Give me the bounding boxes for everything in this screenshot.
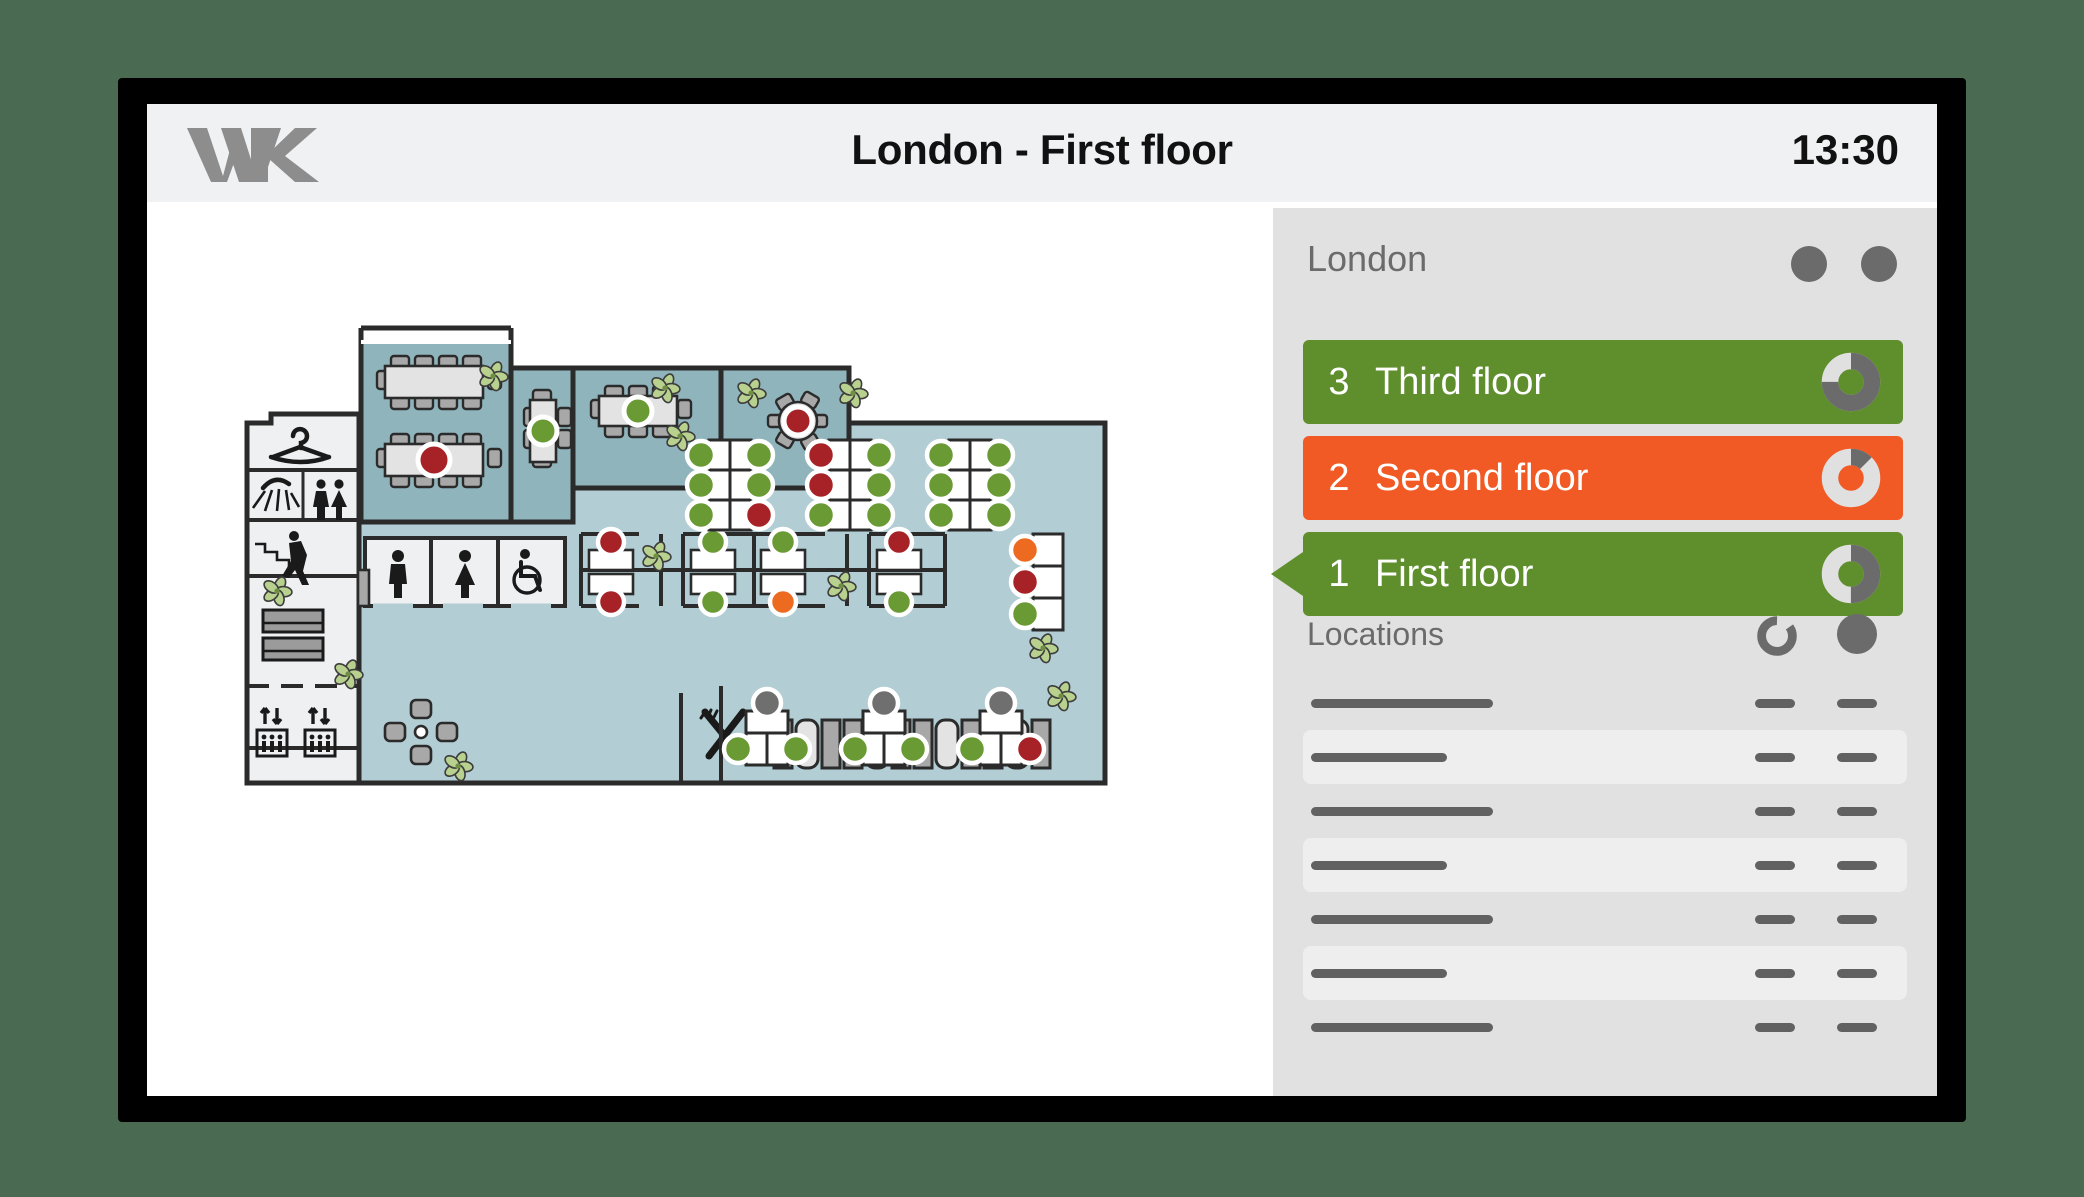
skeleton-bar <box>1311 860 1447 870</box>
list-item[interactable] <box>1303 838 1907 892</box>
skeleton-bar <box>1755 806 1795 816</box>
dot-icon[interactable] <box>1791 246 1827 282</box>
floor-row-third[interactable]: 3 Third floor <box>1303 340 1903 424</box>
list-item[interactable] <box>1303 892 1907 946</box>
dot-icon[interactable] <box>1861 246 1897 282</box>
skeleton-bar <box>1837 914 1877 924</box>
list-item[interactable] <box>1303 946 1907 1000</box>
floor-number: 1 <box>1328 552 1350 595</box>
skeleton-bar <box>1755 1022 1795 1032</box>
skeleton-bar <box>1755 968 1795 978</box>
page-title: London - First floor <box>851 126 1233 173</box>
floor-row-first[interactable]: 1 First floor <box>1271 532 1903 616</box>
floor-list: 3 Third floor 2 Second floor 1 First flo… <box>1271 340 1903 628</box>
desk-cluster-b[interactable] <box>804 438 896 532</box>
skeleton-bar <box>1837 806 1877 816</box>
skeleton-bar <box>1311 752 1447 762</box>
skeleton-bar <box>1837 752 1877 762</box>
floorplan-svg[interactable] <box>153 208 1265 1090</box>
skeleton-bar <box>1311 698 1493 708</box>
skeleton-bar <box>1755 914 1795 924</box>
donut-icon <box>1757 615 1797 656</box>
skeleton-bar <box>1837 860 1877 870</box>
skeleton-bar <box>1311 914 1493 924</box>
locations-title: Locations <box>1307 616 1444 652</box>
skeleton-bar <box>1755 752 1795 762</box>
skeleton-bar <box>1837 1022 1877 1032</box>
list-item[interactable] <box>1303 676 1907 730</box>
floor-number: 2 <box>1328 456 1350 499</box>
pillar <box>356 568 371 608</box>
dot-icon <box>1837 614 1877 654</box>
skeleton-bar <box>1311 968 1447 978</box>
list-item[interactable] <box>1303 730 1907 784</box>
selected-floor-marker <box>1271 552 1303 596</box>
meeting-room-zone-a[interactable] <box>358 325 514 525</box>
skeleton-bar <box>1755 860 1795 870</box>
occupancy-donut-icon <box>1821 544 1881 604</box>
desk-cluster-c[interactable] <box>924 438 1016 532</box>
floor-label: Third floor <box>1375 360 1547 403</box>
occupancy-donut-icon <box>1821 448 1881 508</box>
floor-number: 3 <box>1328 360 1350 403</box>
display-bezel: London - First floor 13:30 London 3 Thir… <box>118 78 1966 1122</box>
list-item[interactable] <box>1303 784 1907 838</box>
wall-desk-column[interactable] <box>1008 532 1065 632</box>
skeleton-bar <box>1837 968 1877 978</box>
floor-label: Second floor <box>1375 456 1589 499</box>
floor-row-second[interactable]: 2 Second floor <box>1303 436 1903 520</box>
skeleton-bar <box>1311 1022 1493 1032</box>
skeleton-bar <box>1311 806 1493 816</box>
locations-header: Locations <box>1303 612 1907 670</box>
screen: London - First floor 13:30 London 3 Thir… <box>147 104 1937 1096</box>
occupancy-donut-icon <box>1821 352 1881 412</box>
clock: 13:30 <box>1791 126 1899 173</box>
app-header: London - First floor 13:30 <box>147 104 1937 202</box>
desk-cluster-a[interactable] <box>684 438 776 532</box>
floor-label: First floor <box>1375 552 1534 595</box>
skeleton-bar <box>1837 698 1877 708</box>
locations-list[interactable] <box>1303 676 1907 1054</box>
skeleton-bar <box>1755 698 1795 708</box>
list-item[interactable] <box>1303 1000 1907 1054</box>
floorplan-pane[interactable] <box>153 208 1265 1090</box>
sidebar: London 3 Third floor 2 Second floor 1 Fi… <box>1271 208 1937 1096</box>
sidebar-location-title: London <box>1307 238 1428 279</box>
